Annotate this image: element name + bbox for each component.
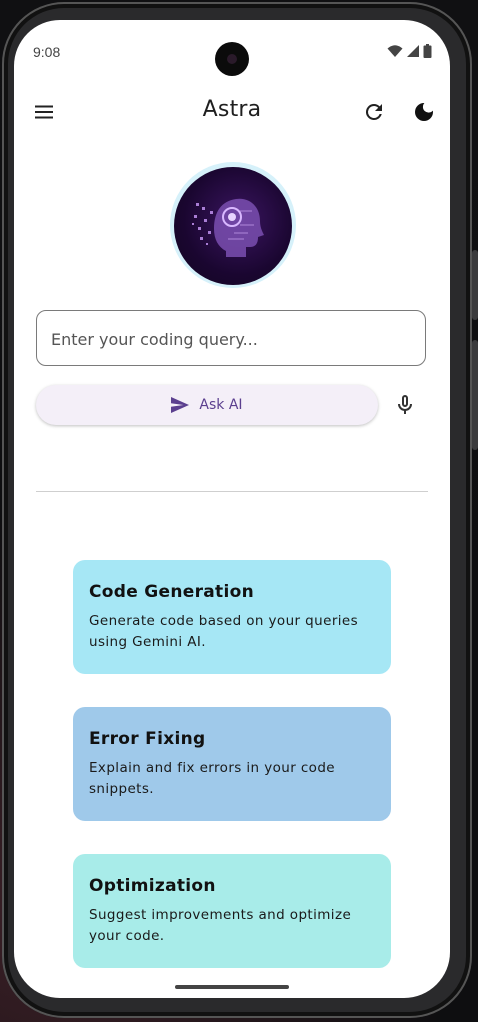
send-icon [171, 397, 190, 413]
app-screen: 9:08 Astra Enter your coding query... As… [14, 20, 450, 998]
status-bar: 9:08 [14, 20, 450, 84]
status-time: 9:08 [33, 44, 61, 60]
card-title: Code Generation [89, 582, 254, 602]
feature-card-optimization[interactable]: Optimization Suggest improvements and op… [73, 854, 391, 968]
battery-icon [423, 44, 432, 58]
front-camera [215, 42, 249, 76]
ask-ai-button[interactable]: Ask AI [36, 385, 378, 425]
mic-icon [398, 395, 412, 414]
wifi-icon [387, 45, 403, 57]
signal-icon [407, 45, 419, 57]
ask-ai-label: Ask AI [199, 397, 243, 413]
theme-toggle-button[interactable] [412, 100, 436, 124]
feature-card-error-fixing[interactable]: Error Fixing Explain and fix errors in y… [73, 707, 391, 821]
ai-head-icon [192, 198, 264, 257]
divider [36, 491, 428, 492]
refresh-button[interactable] [362, 100, 386, 124]
feature-card-code-generation[interactable]: Code Generation Generate code based on y… [73, 560, 391, 674]
home-indicator[interactable] [175, 985, 289, 989]
volume-button [472, 250, 478, 320]
query-input[interactable] [49, 311, 413, 367]
mic-button[interactable] [393, 393, 417, 417]
card-title: Optimization [89, 876, 216, 896]
ai-avatar [174, 167, 292, 285]
card-description: Generate code based on your queries usin… [89, 613, 359, 650]
card-title: Error Fixing [89, 729, 206, 749]
dark-mode-icon [415, 103, 433, 121]
query-field[interactable] [36, 310, 426, 367]
status-icons [387, 44, 432, 58]
refresh-icon [365, 103, 382, 120]
card-description: Explain and fix errors in your code snip… [89, 760, 335, 797]
card-description: Suggest improvements and optimize your c… [89, 907, 352, 944]
app-bar: Astra [14, 84, 450, 140]
power-button [472, 340, 478, 450]
